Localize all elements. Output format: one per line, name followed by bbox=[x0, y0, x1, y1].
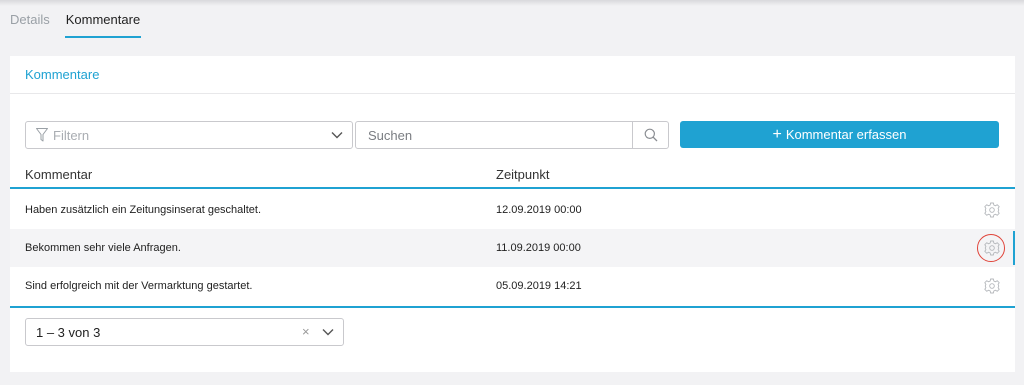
top-shadow bbox=[0, 0, 1024, 6]
comment-cell: Haben zusätzlich ein Zeitungsinserat ges… bbox=[25, 204, 262, 216]
column-header-kommentar[interactable]: Kommentar bbox=[25, 167, 92, 182]
comments-card: Kommentare Filtern + Kommentar erfassen … bbox=[10, 56, 1015, 372]
filter-dropdown[interactable]: Filtern bbox=[25, 121, 353, 149]
plus-icon: + bbox=[772, 125, 782, 143]
time-cell: 11.09.2019 00:00 bbox=[496, 242, 581, 254]
row-selection-bar bbox=[1013, 231, 1015, 265]
tab-kommentare[interactable]: Kommentare bbox=[64, 12, 142, 38]
table-bottom-line bbox=[10, 306, 1015, 308]
chevron-down-icon bbox=[322, 329, 334, 336]
search-icon bbox=[644, 128, 657, 142]
table-row[interactable]: Haben zusätzlich ein Zeitungsinserat ges… bbox=[10, 191, 1015, 229]
search-field bbox=[355, 121, 669, 149]
column-header-zeitpunkt[interactable]: Zeitpunkt bbox=[496, 167, 549, 182]
time-cell: 12.09.2019 00:00 bbox=[496, 204, 582, 216]
gear-icon[interactable] bbox=[984, 278, 1000, 294]
card-divider bbox=[10, 93, 1015, 94]
tab-bar: Details Kommentare bbox=[10, 12, 156, 38]
gear-icon[interactable] bbox=[984, 202, 1000, 218]
card-title: Kommentare bbox=[25, 67, 100, 82]
funnel-icon bbox=[36, 128, 48, 142]
add-comment-button[interactable]: + Kommentar erfassen bbox=[680, 121, 999, 148]
search-input[interactable] bbox=[356, 122, 632, 148]
table-row-selected[interactable]: Bekommen sehr viele Anfragen. 11.09.2019… bbox=[10, 229, 1015, 267]
comment-cell: Bekommen sehr viele Anfragen. bbox=[25, 242, 181, 254]
comment-cell: Sind erfolgreich mit der Vermarktung ges… bbox=[25, 280, 253, 292]
table-header: Kommentar Zeitpunkt bbox=[10, 159, 1015, 189]
time-cell: 05.09.2019 14:21 bbox=[496, 280, 582, 292]
filter-placeholder: Filtern bbox=[53, 128, 90, 143]
pagination-value: 1 – 3 von 3 bbox=[36, 325, 101, 340]
add-comment-label: Kommentar erfassen bbox=[785, 127, 907, 142]
table-row[interactable]: Sind erfolgreich mit der Vermarktung ges… bbox=[10, 267, 1015, 305]
gear-icon[interactable] bbox=[984, 240, 1000, 256]
chevron-down-icon bbox=[331, 132, 343, 139]
clear-icon[interactable]: × bbox=[302, 324, 310, 339]
search-button[interactable] bbox=[632, 122, 668, 148]
pagination-select[interactable]: 1 – 3 von 3 × bbox=[25, 318, 344, 346]
tab-details[interactable]: Details bbox=[10, 12, 50, 38]
